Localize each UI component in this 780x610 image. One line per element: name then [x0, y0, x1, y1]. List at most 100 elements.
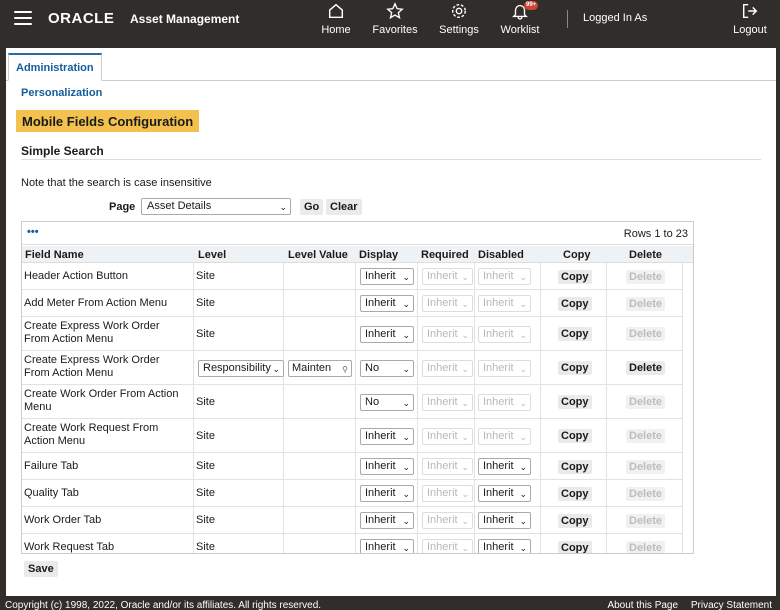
display-select[interactable]: Inherit ⌄ [360, 458, 414, 475]
display-select[interactable]: Inherit ⌄ [360, 295, 414, 312]
col-delete: Delete [629, 249, 663, 261]
app-name: Asset Management [130, 12, 240, 26]
delete-button: Delete [626, 395, 666, 409]
table-row: Create Express Work Order From Action Me… [22, 351, 683, 385]
page-select-value: Asset Details [147, 200, 212, 212]
save-button[interactable]: Save [24, 561, 58, 577]
footer: Copyright (c) 1998, 2022, Oracle and/or … [0, 596, 780, 610]
chevron-down-icon: ⌄ [461, 432, 469, 442]
table-cell [284, 290, 356, 316]
logged-in-label: Logged In As [583, 12, 648, 24]
copy-button[interactable]: Copy [558, 460, 592, 474]
col-required[interactable]: Required [421, 249, 469, 261]
chevron-down-icon: ⌄ [402, 398, 410, 408]
clear-button[interactable]: Clear [326, 199, 362, 215]
copy-button[interactable]: Copy [558, 270, 592, 284]
table-row: Header Action Button Site Inherit ⌄ Inherit ⌄… [22, 263, 683, 290]
chevron-down-icon: ⌄ [519, 330, 527, 340]
table-row: Create Express Work Order From Action Me… [22, 317, 683, 351]
table-toolbar: ••• Rows 1 to 23 [22, 222, 693, 245]
about-page-link[interactable]: About this Page [607, 600, 678, 610]
col-level-value[interactable]: Level Value [288, 249, 348, 261]
display-select[interactable]: No ⌄ [360, 360, 414, 377]
page-select[interactable]: Asset Details ⌄ [141, 198, 291, 215]
display-select[interactable]: No ⌄ [360, 394, 414, 411]
more-actions-icon[interactable]: ••• [27, 226, 39, 238]
level-text: Site [196, 328, 215, 340]
table-row: Add Meter From Action Menu Site Inherit ⌄ In… [22, 290, 683, 317]
footer-links: About this Page Privacy Statement [597, 600, 772, 610]
nav-home-label: Home [321, 24, 351, 36]
chevron-down-icon: ⌄ [402, 330, 410, 340]
chevron-down-icon: ⌄ [402, 462, 410, 472]
level-select-value: Responsibility [203, 362, 271, 374]
privacy-link[interactable]: Privacy Statement [691, 600, 772, 610]
delete-button[interactable]: Delete [626, 361, 666, 375]
col-level[interactable]: Level [198, 249, 226, 261]
disabled-select[interactable]: Inherit ⌄ [478, 539, 531, 553]
display-value: Inherit [365, 328, 396, 340]
nav-favorites[interactable]: Favorites [370, 2, 420, 42]
copy-button[interactable]: Copy [558, 429, 592, 443]
display-select[interactable]: Inherit ⌄ [360, 326, 414, 343]
chevron-down-icon: ⌄ [519, 364, 527, 374]
required-select: Inherit ⌄ [422, 485, 473, 502]
nav-home[interactable]: Home [318, 2, 354, 42]
copy-button[interactable]: Copy [558, 541, 592, 553]
level-value-input[interactable]: Mainten ⚲ [288, 360, 352, 377]
nav-worklist[interactable]: 99+ Worklist [498, 1, 542, 42]
page-label: Page [109, 201, 136, 213]
search-icon[interactable]: ⚲ [342, 362, 348, 376]
table-cell [284, 534, 356, 553]
field-name: Create Work Request From Action Menu [24, 422, 159, 447]
nav-settings[interactable]: Settings [436, 2, 482, 42]
disabled-select[interactable]: Inherit ⌄ [478, 458, 531, 475]
field-name: Header Action Button [24, 270, 128, 282]
nav-logout[interactable]: Logout [730, 2, 770, 42]
menu-icon[interactable] [14, 11, 32, 25]
level-text: Site [196, 297, 215, 309]
field-name: Work Request Tab [24, 541, 115, 553]
col-field-name[interactable]: Field Name [25, 249, 84, 261]
copy-button[interactable]: Copy [558, 327, 592, 341]
required-select: Inherit ⌄ [422, 458, 473, 475]
disabled-select[interactable]: Inherit ⌄ [478, 512, 531, 529]
copy-button[interactable]: Copy [558, 361, 592, 375]
required-value: Inherit [427, 328, 458, 340]
table-cell [284, 507, 356, 533]
header-divider [567, 10, 568, 28]
chevron-down-icon: ⌄ [519, 489, 527, 499]
chevron-down-icon: ⌄ [519, 432, 527, 442]
copy-button[interactable]: Copy [558, 395, 592, 409]
col-disabled[interactable]: Disabled [478, 249, 524, 261]
table-row: Work Order Tab Site Inherit ⌄ Inherit ⌄ Inheri… [22, 507, 683, 534]
disabled-select: Inherit ⌄ [478, 295, 531, 312]
col-display[interactable]: Display [359, 249, 398, 261]
go-button[interactable]: Go [300, 199, 324, 215]
display-select[interactable]: Inherit ⌄ [360, 428, 414, 445]
nav-logout-label: Logout [733, 24, 767, 36]
chevron-down-icon: ⌄ [519, 398, 527, 408]
display-value: Inherit [365, 541, 396, 553]
disabled-value: Inherit [483, 430, 514, 442]
display-select[interactable]: Inherit ⌄ [360, 512, 414, 529]
chevron-down-icon: ⌄ [461, 462, 469, 472]
required-value: Inherit [427, 487, 458, 499]
copy-button[interactable]: Copy [558, 514, 592, 528]
copy-button[interactable]: Copy [558, 297, 592, 311]
display-select[interactable]: Inherit ⌄ [360, 485, 414, 502]
main-panel: Administration Personalization Mobile Fi… [6, 48, 776, 596]
bell-icon: 99+ [498, 1, 542, 22]
copy-button[interactable]: Copy [558, 487, 592, 501]
tab-administration[interactable]: Administration [8, 53, 102, 81]
required-value: Inherit [427, 270, 458, 282]
disabled-select[interactable]: Inherit ⌄ [478, 485, 531, 502]
field-name: Create Work Order From Action Menu [24, 388, 179, 413]
logout-icon [730, 2, 770, 22]
display-select[interactable]: Inherit ⌄ [360, 539, 414, 553]
delete-button: Delete [626, 460, 666, 474]
breadcrumb-personalization[interactable]: Personalization [21, 87, 102, 99]
level-select[interactable]: Responsibility ⌄ [198, 360, 284, 377]
display-select[interactable]: Inherit ⌄ [360, 268, 414, 285]
level-text: Site [196, 541, 215, 553]
